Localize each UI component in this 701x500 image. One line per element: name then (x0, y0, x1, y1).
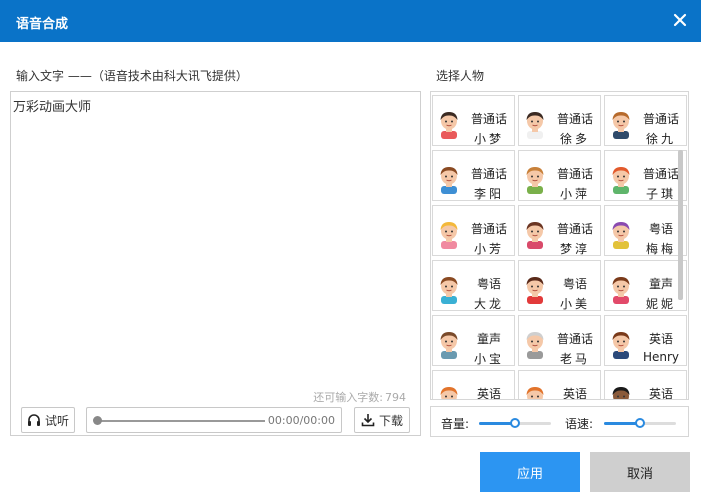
remaining-label: 还可输入字数: (313, 391, 383, 404)
audio-player: 00:00/00:00 (86, 407, 342, 433)
progress-track[interactable] (97, 420, 265, 422)
character-card[interactable]: 英语 (604, 370, 687, 400)
character-card[interactable]: 普通话 老马 (518, 315, 601, 366)
character-card[interactable]: 英语 (518, 370, 601, 400)
character-language: 普通话 (470, 222, 507, 236)
dialog-titlebar: 语音合成 (0, 0, 701, 42)
character-card[interactable]: 童声 小宝 (432, 315, 515, 366)
character-name: 小萍 (559, 187, 590, 201)
character-language: 普通话 (556, 332, 593, 346)
character-language: 英语 (648, 332, 673, 346)
apply-button[interactable]: 应用 (480, 452, 580, 492)
download-icon (361, 414, 375, 427)
boy-brown-hair-avatar-icon (612, 112, 630, 139)
character-name: 徐多 (559, 132, 590, 146)
speed-slider[interactable] (604, 418, 676, 428)
character-card[interactable]: 英语 Henry (604, 315, 687, 366)
girl-pigtails-avatar-icon (612, 277, 630, 304)
character-name: 小梦 (473, 132, 504, 146)
old-man-gray-avatar-icon (526, 332, 544, 359)
remaining-count: 还可输入字数: 794 (313, 389, 406, 405)
character-language: 英语 (648, 387, 673, 400)
speed-label: 语速: (565, 417, 594, 431)
boy-blue-avatar-icon (440, 277, 458, 304)
dialog-title: 语音合成 (16, 17, 69, 32)
character-card[interactable]: 普通话 小萍 (518, 150, 601, 201)
girl-orange-hair-2-avatar-icon (526, 387, 544, 399)
character-card[interactable]: 普通话 李阳 (432, 150, 515, 201)
remaining-number: 794 (385, 391, 406, 404)
character-name: 梦淳 (559, 242, 590, 256)
girl-orange-hair-avatar-icon (440, 387, 458, 399)
woman-purple-hair-avatar-icon (612, 222, 630, 249)
character-language: 英语 (476, 387, 501, 400)
character-name: 徐九 (645, 132, 676, 146)
character-name: 小宝 (473, 352, 504, 366)
download-button[interactable]: 下载 (354, 407, 410, 433)
character-card[interactable]: 童声 妮妮 (604, 260, 687, 311)
character-name: 李阳 (473, 187, 504, 201)
character-language: 粤语 (562, 277, 587, 291)
boy-brown-shirt-avatar-icon (440, 332, 458, 359)
playback-time: 00:00/00:00 (267, 414, 335, 427)
character-name: 大龙 (473, 297, 504, 311)
volume-thumb[interactable] (510, 418, 520, 428)
character-card[interactable]: 普通话 徐多 (518, 95, 601, 146)
character-name: 小芳 (473, 242, 504, 256)
character-name: 老马 (559, 352, 590, 366)
character-language: 童声 (476, 332, 501, 346)
close-icon[interactable] (669, 9, 691, 31)
character-card[interactable]: 普通话 子琪 (604, 150, 687, 201)
character-panel: 普通话 小梦 普通话 徐多 普通话 徐九 普通话 李阳 普通话 小萍 普通话 子琪 普通话 小芳 普通话 梦淳… (430, 91, 689, 400)
character-language: 普通话 (556, 222, 593, 236)
character-card[interactable]: 粤语 大龙 (432, 260, 515, 311)
character-language: 普通话 (556, 112, 593, 126)
girl-bun-avatar-icon (526, 277, 544, 304)
volume-slider[interactable] (479, 418, 551, 428)
character-name: 小美 (559, 297, 590, 311)
download-label: 下载 (378, 413, 403, 428)
character-language: 粤语 (476, 277, 501, 291)
character-card[interactable]: 粤语 梅梅 (604, 205, 687, 256)
character-language: 普通话 (642, 112, 679, 126)
listen-label: 试听 (44, 413, 69, 428)
text-input[interactable] (11, 92, 420, 382)
character-language: 普通话 (470, 167, 507, 181)
character-card[interactable]: 英语 (432, 370, 515, 400)
character-card[interactable]: 普通话 小芳 (432, 205, 515, 256)
select-character-label: 选择人物 (436, 69, 485, 83)
man-mustache-avatar-icon (526, 112, 544, 139)
headphones-icon (27, 414, 40, 426)
voice-controls: 音量: 语速: (430, 406, 689, 437)
girl-dark-hair-avatar-icon (440, 112, 458, 139)
character-card[interactable]: 粤语 小美 (518, 260, 601, 311)
cancel-button[interactable]: 取消 (590, 452, 690, 492)
character-language: 英语 (562, 387, 587, 400)
speed-thumb[interactable] (635, 418, 645, 428)
woman-brown-hair-avatar-icon (526, 222, 544, 249)
character-card[interactable]: 普通话 小梦 (432, 95, 515, 146)
girl-blonde-avatar-icon (440, 222, 458, 249)
text-input-box: 还可输入字数:794 试听 00:00/00:00 下载 (10, 91, 421, 436)
man-beard-avatar-icon (612, 332, 630, 359)
character-card[interactable]: 普通话 梦淳 (518, 205, 601, 256)
character-language: 普通话 (470, 112, 507, 126)
girl-red-hair-avatar-icon (612, 167, 630, 194)
character-name: Henry (642, 350, 680, 364)
boy-glasses-avatar-icon (440, 167, 458, 194)
character-language: 普通话 (556, 167, 593, 181)
character-card[interactable]: 普通话 徐九 (604, 95, 687, 146)
volume-label: 音量: (441, 417, 470, 431)
input-text-label: 输入文字 ——（语音技术由科大讯飞提供） (16, 69, 248, 83)
listen-button[interactable]: 试听 (21, 407, 75, 433)
progress-knob[interactable] (93, 416, 102, 425)
man-dark-skin-avatar-icon (612, 387, 630, 399)
girl-glasses-avatar-icon (526, 167, 544, 194)
character-scrollbar[interactable] (678, 150, 683, 300)
